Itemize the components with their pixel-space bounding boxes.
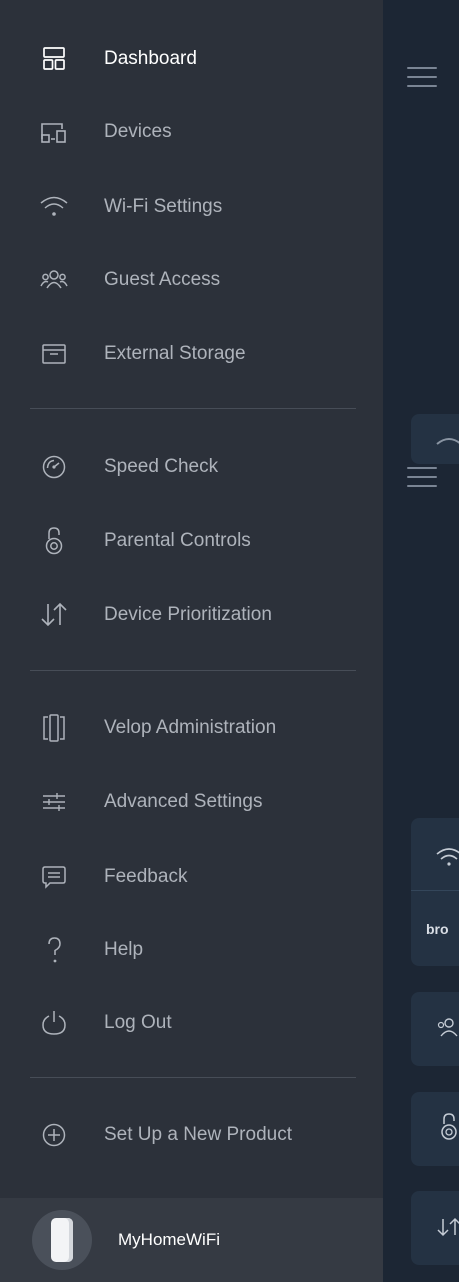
menu-label: Velop Administration [104, 717, 277, 738]
background-parental-card[interactable] [411, 1092, 459, 1166]
priority-arrows-icon [38, 599, 70, 631]
lock-icon [441, 1113, 457, 1140]
menu-item-help[interactable]: Help [0, 920, 383, 980]
menu-label: Device Prioritization [104, 604, 272, 625]
menu-item-external-storage[interactable]: External Storage [0, 324, 383, 384]
menu-item-feedback[interactable]: Feedback [0, 847, 383, 907]
background-app-pane [383, 0, 459, 1282]
menu-label: Log Out [104, 1012, 172, 1033]
divider [30, 670, 356, 671]
storage-box-icon [38, 338, 70, 370]
navigation-drawer: Dashboard Devices Wi-Fi Settings Guest A… [0, 0, 383, 1282]
lock-icon [38, 525, 70, 557]
hamburger-menu-icon[interactable] [407, 67, 437, 94]
guests-icon [437, 1018, 458, 1037]
power-icon [38, 1007, 70, 1039]
menu-label: Dashboard [104, 48, 197, 69]
velop-node-icon [38, 712, 70, 744]
wifi-icon [38, 191, 70, 223]
background-wifi-card[interactable]: bro [411, 818, 459, 966]
menu-label: Feedback [104, 866, 188, 887]
menu-label: Guest Access [104, 269, 221, 290]
menu-item-dashboard[interactable]: Dashboard [0, 29, 383, 89]
divider [30, 1077, 356, 1078]
menu-item-set-up-new-product[interactable]: Set Up a New Product [0, 1105, 383, 1165]
background-priority-card[interactable] [411, 1191, 459, 1265]
menu-label: External Storage [104, 343, 246, 364]
plus-circle-icon [38, 1119, 70, 1151]
sliders-icon [38, 786, 70, 818]
divider [30, 408, 356, 409]
network-footer[interactable]: MyHomeWiFi [0, 1198, 383, 1282]
network-name: MyHomeWiFi [118, 1230, 220, 1249]
speedometer-icon [38, 451, 70, 483]
menu-label: Wi-Fi Settings [104, 196, 223, 217]
devices-icon [38, 116, 70, 148]
question-icon [38, 934, 70, 966]
menu-item-devices[interactable]: Devices [0, 102, 383, 162]
menu-item-log-out[interactable]: Log Out [0, 993, 383, 1053]
menu-item-speed-check[interactable]: Speed Check [0, 437, 383, 497]
velop-node-image [51, 1218, 73, 1262]
wifi-icon [436, 848, 459, 866]
network-name-partial: bro [426, 921, 449, 937]
priority-arrows-icon [437, 1217, 459, 1237]
guests-icon [38, 264, 70, 296]
dashboard-grid-icon [38, 43, 70, 75]
menu-label: Speed Check [104, 456, 219, 477]
menu-item-device-prioritization[interactable]: Device Prioritization [0, 585, 383, 645]
chat-bubble-icon [38, 861, 70, 893]
menu-label: Parental Controls [104, 530, 251, 551]
menu-item-parental-controls[interactable]: Parental Controls [0, 511, 383, 571]
menu-label: Set Up a New Product [104, 1124, 292, 1145]
menu-item-velop-administration[interactable]: Velop Administration [0, 698, 383, 758]
background-card [411, 414, 459, 464]
wifi-icon [436, 438, 459, 445]
background-guest-card[interactable] [411, 992, 459, 1066]
menu-label: Help [104, 939, 144, 960]
menu-label: Advanced Settings [104, 791, 263, 812]
menu-item-guest-access[interactable]: Guest Access [0, 250, 383, 310]
menu-item-wifi-settings[interactable]: Wi-Fi Settings [0, 177, 383, 237]
menu-item-advanced-settings[interactable]: Advanced Settings [0, 772, 383, 832]
menu-label: Devices [104, 121, 172, 142]
